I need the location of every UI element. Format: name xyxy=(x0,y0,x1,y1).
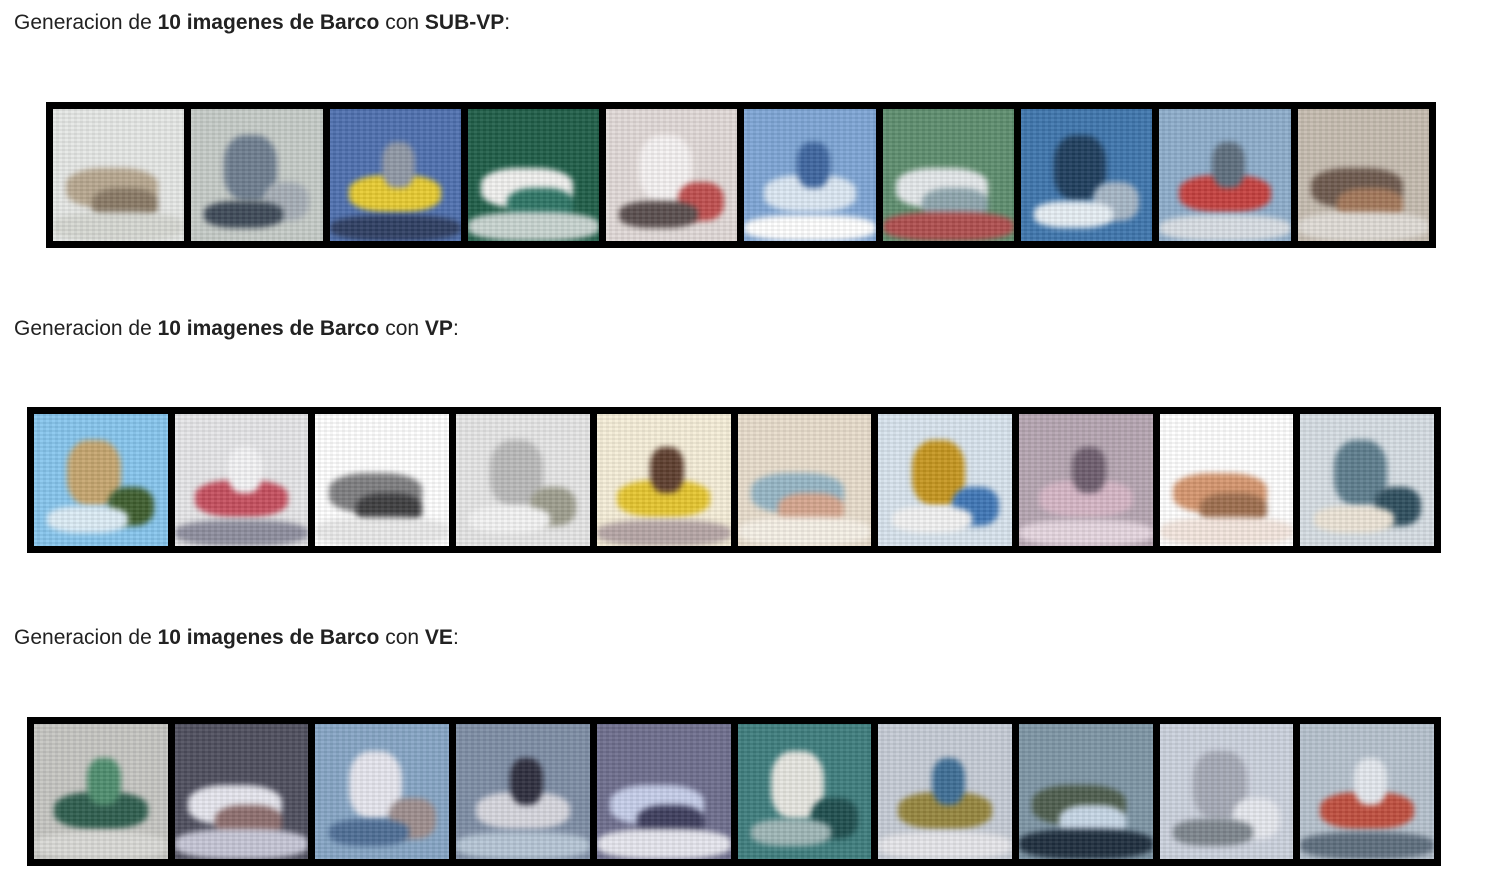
generated-boat-image xyxy=(1159,109,1291,241)
generated-boat-image xyxy=(1159,414,1294,546)
image-texture xyxy=(744,109,876,241)
image-strip-sub-vp xyxy=(46,102,1436,248)
caption-suffix: : xyxy=(504,11,511,34)
image-texture xyxy=(191,109,323,241)
generated-boat-image xyxy=(1021,109,1153,241)
generated-boat-image xyxy=(606,109,738,241)
image-texture xyxy=(1159,414,1294,546)
generated-boat-image xyxy=(1018,414,1153,546)
image-texture xyxy=(1159,109,1291,241)
image-texture xyxy=(456,724,590,859)
generated-boat-image xyxy=(737,724,872,859)
generated-boat-image xyxy=(315,724,450,859)
caption-vp: Generacion de 10 imagenes de Barco con V… xyxy=(14,316,459,342)
generated-boat-image xyxy=(878,724,1012,859)
generated-boat-image xyxy=(34,414,168,546)
image-texture xyxy=(737,724,872,859)
caption-method: VP xyxy=(424,317,453,340)
image-texture xyxy=(1018,724,1153,859)
image-texture xyxy=(315,724,450,859)
image-texture xyxy=(174,414,309,546)
generated-boat-image xyxy=(737,414,872,546)
image-texture xyxy=(1300,724,1435,859)
generated-boat-image xyxy=(1300,414,1435,546)
generated-boat-image xyxy=(596,724,731,859)
caption-method: VE xyxy=(424,626,453,649)
image-texture xyxy=(53,109,185,241)
image-texture xyxy=(1021,109,1153,241)
caption-suffix: : xyxy=(452,626,459,649)
generated-boat-image xyxy=(174,414,309,546)
image-texture xyxy=(329,109,461,241)
generated-boat-image xyxy=(456,724,590,859)
caption-method: SUB-VP xyxy=(424,11,505,34)
image-texture xyxy=(456,414,590,546)
caption-suffix: : xyxy=(452,317,459,340)
image-texture xyxy=(1018,414,1153,546)
caption-middle: con xyxy=(379,317,425,340)
generated-boat-image xyxy=(1300,724,1435,859)
image-texture xyxy=(34,724,168,859)
caption-sub-vp: Generacion de 10 imagenes de Barco con S… xyxy=(14,10,510,36)
image-texture xyxy=(315,414,450,546)
caption-middle: con xyxy=(379,626,425,649)
generated-boat-image xyxy=(1159,724,1294,859)
generated-boat-image xyxy=(315,414,450,546)
caption-count: 10 imagenes de Barco xyxy=(157,317,380,340)
image-texture xyxy=(467,109,600,241)
caption-prefix: Generacion de xyxy=(14,317,158,340)
image-texture xyxy=(596,414,731,546)
caption-ve: Generacion de 10 imagenes de Barco con V… xyxy=(14,625,459,651)
image-strip-vp xyxy=(27,407,1441,553)
generated-boat-image xyxy=(34,724,168,859)
generated-boat-image xyxy=(882,109,1015,241)
image-texture xyxy=(878,414,1012,546)
image-texture xyxy=(1159,724,1294,859)
generated-boat-image xyxy=(1297,109,1429,241)
generated-boat-image xyxy=(174,724,309,859)
image-strip-ve xyxy=(27,717,1441,866)
image-texture xyxy=(34,414,168,546)
generated-boat-image xyxy=(878,414,1012,546)
image-texture xyxy=(882,109,1015,241)
caption-middle: con xyxy=(379,11,425,34)
caption-prefix: Generacion de xyxy=(14,11,158,34)
generated-boat-image xyxy=(329,109,461,241)
generated-boat-image xyxy=(191,109,323,241)
image-texture xyxy=(606,109,738,241)
image-texture xyxy=(596,724,731,859)
generated-boat-image xyxy=(456,414,590,546)
image-texture xyxy=(1297,109,1429,241)
image-texture xyxy=(174,724,309,859)
image-texture xyxy=(1300,414,1435,546)
generated-boat-image xyxy=(744,109,876,241)
generated-boat-image xyxy=(596,414,731,546)
caption-prefix: Generacion de xyxy=(14,626,158,649)
image-texture xyxy=(737,414,872,546)
generated-boat-image xyxy=(53,109,185,241)
image-texture xyxy=(878,724,1012,859)
caption-count: 10 imagenes de Barco xyxy=(157,11,380,34)
caption-count: 10 imagenes de Barco xyxy=(157,626,380,649)
generated-boat-image xyxy=(467,109,600,241)
generated-boat-image xyxy=(1018,724,1153,859)
